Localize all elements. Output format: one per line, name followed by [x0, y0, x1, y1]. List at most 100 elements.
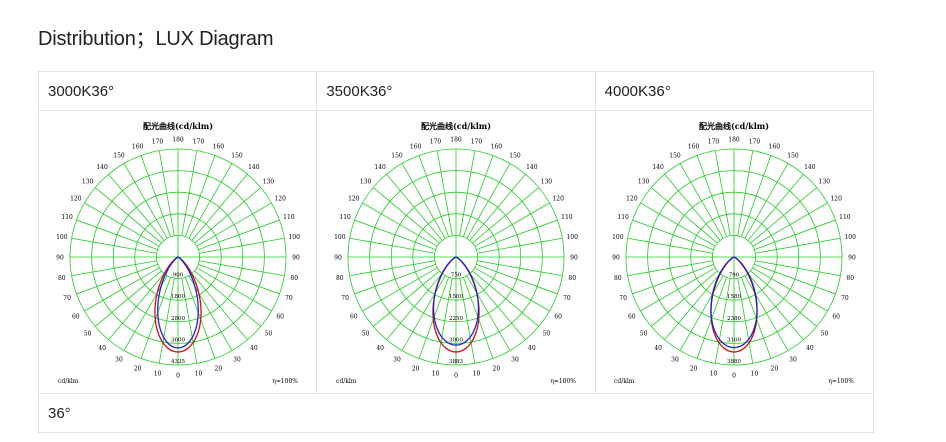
grid-spoke	[349, 237, 435, 254]
angle-label: 20	[493, 365, 501, 372]
angle-label: 10	[710, 371, 718, 378]
angle-label: 110	[561, 214, 573, 221]
radial-value-label: 4335	[171, 359, 185, 365]
angle-label: 50	[821, 330, 829, 337]
angle-label: 20	[133, 365, 141, 372]
grid-spoke	[755, 237, 841, 254]
angle-label: 130	[82, 179, 94, 186]
angle-label: 60	[554, 314, 562, 321]
grid-spoke	[76, 219, 158, 250]
grid-spoke	[184, 155, 215, 237]
angle-label: 90	[292, 255, 300, 262]
radial-value-label: 2800	[171, 316, 185, 322]
angle-label: 60	[628, 314, 636, 321]
angle-label: 140	[374, 164, 386, 171]
chart-cell-3000k: 配光曲线(cd/klm) 180 170 170 160 160 150 150 140 140 1…	[37, 110, 318, 394]
angle-label: 40	[806, 345, 814, 352]
angle-label: 10	[751, 371, 759, 378]
polar-chart-3500k: 配光曲线(cd/klm) 180 170 170 160 160 150 150 140 140 1…	[334, 121, 578, 385]
angle-label: 20	[412, 365, 420, 372]
polar-chart-4000k: 配光曲线(cd/klm) 180 170 170 160 160 150 150 140 140 1…	[612, 121, 856, 385]
grid-spoke	[476, 264, 558, 295]
angle-label: 30	[115, 357, 123, 364]
chart-title: 配光曲线(cd/klm)	[421, 121, 491, 131]
angle-label: 40	[98, 345, 106, 352]
angle-label: 170	[151, 138, 163, 145]
angle-label: 80	[336, 275, 344, 282]
angle-label: 80	[568, 275, 576, 282]
angle-label: 150	[788, 152, 800, 159]
angle-label: 100	[612, 234, 624, 241]
grid-spoke	[197, 264, 280, 295]
angle-label: 90	[613, 255, 621, 262]
radial-value-label: 3880	[727, 359, 741, 365]
grid-spoke	[198, 237, 285, 254]
angle-label: 120	[626, 196, 638, 203]
grid-spoke	[715, 150, 731, 236]
radial-value-label: 3100	[727, 337, 741, 343]
grid-spoke	[477, 260, 563, 277]
radial-value-label: 2380	[727, 316, 741, 322]
angle-label: 30	[790, 357, 798, 364]
radial-value-label: 1580	[727, 294, 741, 300]
column-label-3500k: 3500K36°	[316, 71, 596, 111]
radial-value-label: 1500	[449, 294, 463, 300]
radial-value-label: 900	[172, 273, 183, 279]
angle-label: 30	[672, 357, 680, 364]
grid-spoke	[477, 237, 563, 254]
table-header-row: 3000K36° 3500K36° 4000K36°	[37, 71, 875, 111]
angle-label: 170	[708, 138, 720, 145]
grid-spoke	[737, 150, 754, 236]
angle-label: 130	[819, 179, 831, 186]
angle-label: 0	[732, 373, 736, 380]
angle-label: 170	[749, 138, 761, 145]
radial-value-label: 750	[451, 273, 462, 279]
grid-spoke	[436, 150, 453, 236]
angle-label: 40	[376, 345, 384, 352]
angle-label: 90	[570, 255, 578, 262]
angle-label: 140	[804, 164, 816, 171]
radial-value-label: 1800	[171, 294, 185, 300]
angle-label: 90	[334, 255, 342, 262]
angle-label: 150	[231, 152, 243, 159]
grid-spoke	[140, 155, 171, 237]
grid-spoke	[632, 264, 715, 295]
grid-spoke	[462, 155, 494, 237]
angle-label: 150	[509, 152, 521, 159]
unit-label: cd/klm	[58, 378, 79, 385]
angle-label: 30	[233, 357, 241, 364]
angle-label: 150	[113, 152, 125, 159]
angle-label: 140	[248, 164, 260, 171]
angle-label: 80	[847, 275, 855, 282]
angle-label: 170	[192, 138, 204, 145]
angle-label: 0	[454, 373, 458, 380]
radial-value-label: 3000	[449, 337, 463, 343]
angle-label: 130	[638, 179, 650, 186]
angle-label: 100	[566, 234, 578, 241]
efficiency-label: η=100%	[550, 378, 576, 385]
angle-label: 50	[264, 330, 272, 337]
angle-label: 110	[618, 214, 630, 221]
angle-label: 70	[341, 295, 349, 302]
angle-label: 10	[473, 371, 481, 378]
grid-spoke	[76, 264, 158, 295]
angle-label: 110	[339, 214, 351, 221]
grid-spoke	[198, 260, 285, 277]
grid-spoke	[754, 219, 836, 250]
angle-label: 140	[526, 164, 538, 171]
grid-spoke	[71, 260, 157, 277]
angle-label: 120	[70, 196, 82, 203]
angle-label: 40	[250, 345, 258, 352]
polar-chart-3000k: 配光曲线(cd/klm) 180 170 170 160 160 150 150 140 140 1…	[56, 121, 300, 385]
beam-angle-label: 36°	[38, 393, 874, 433]
chart-title: 配光曲线(cd/klm)	[699, 121, 769, 131]
chart-title: 配光曲线(cd/klm)	[143, 121, 213, 131]
chart-cell-4000k: 配光曲线(cd/klm) 180 170 170 160 160 150 150 140 140 1…	[594, 110, 875, 394]
angle-label: 40	[528, 345, 536, 352]
angle-label: 130	[360, 179, 372, 186]
angle-label: 160	[132, 144, 144, 151]
grid-spoke	[197, 219, 280, 250]
efficiency-label: η=100%	[829, 378, 855, 385]
angle-label: 170	[471, 138, 483, 145]
angle-label: 120	[274, 196, 286, 203]
